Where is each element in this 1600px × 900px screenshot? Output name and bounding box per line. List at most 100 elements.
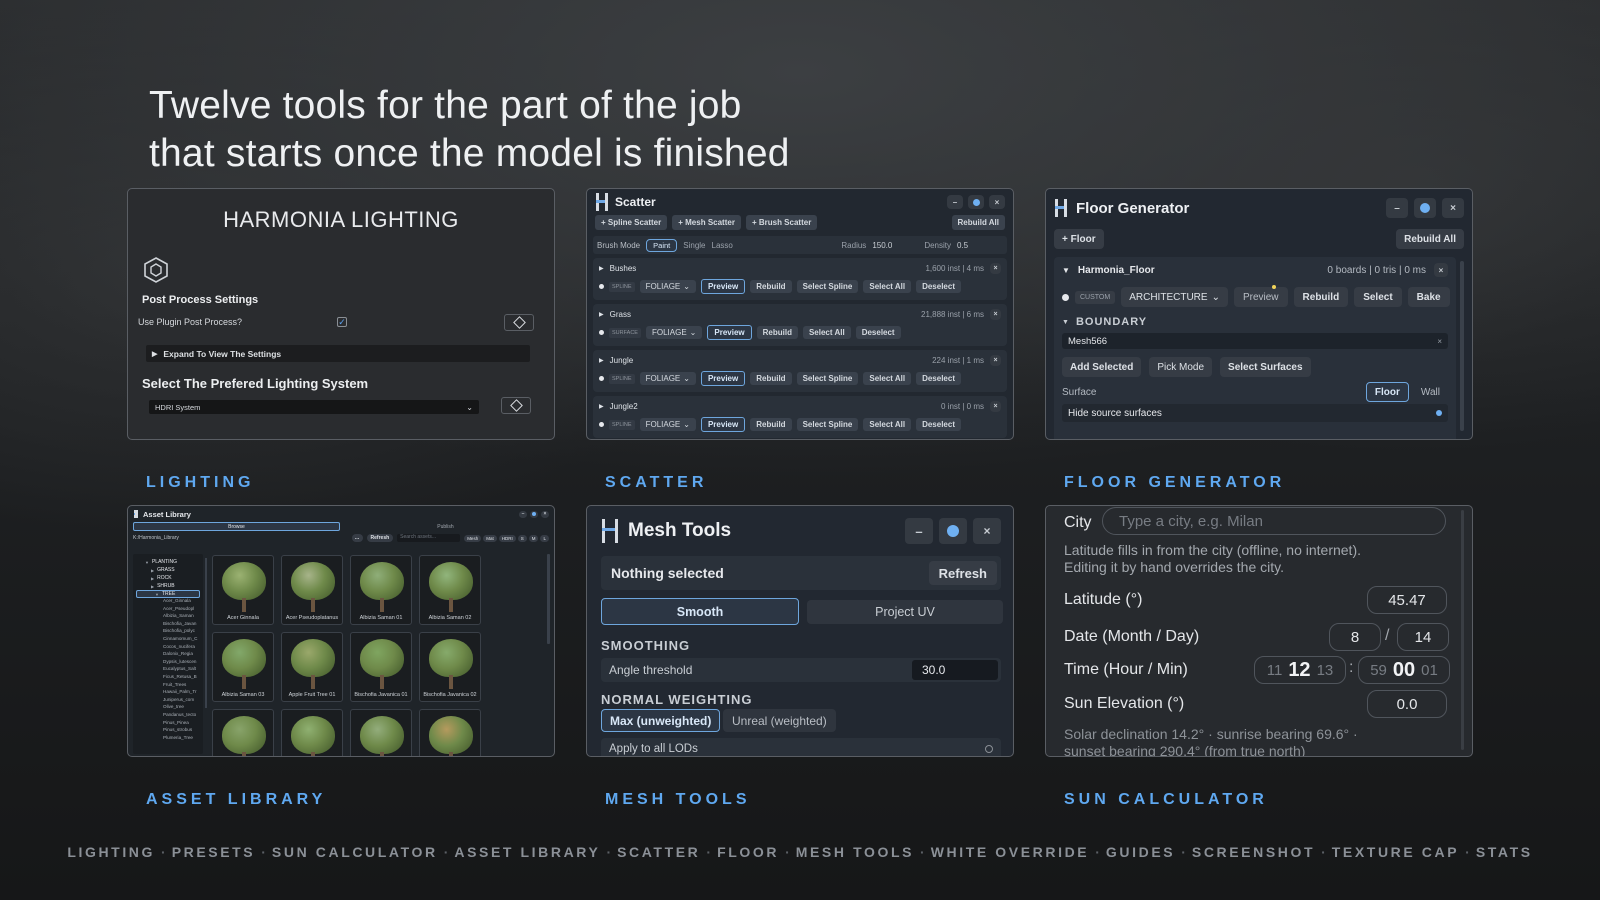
asset-thumbnail[interactable]: Albizia Saman 01 [350,555,412,625]
tree-item[interactable]: Hawaii_Palm_Tr [163,689,203,697]
mesh-scatter-button[interactable]: + Mesh Scatter [672,215,741,230]
tree-item[interactable]: Acer_Ginnala [163,598,203,606]
category-node[interactable]: ▶ ROCK [133,574,203,582]
keyframe-diamond-icon[interactable] [501,397,531,414]
asset-thumbnail[interactable]: Bischofia Javanica 01 [350,632,412,702]
unreal-weighted-option[interactable]: Unreal (weighted) [723,709,836,732]
day-field[interactable]: 14 [1397,623,1449,651]
close-icon[interactable]: × [1442,198,1464,218]
boundary-mesh-field[interactable]: Mesh566 × [1062,333,1448,349]
asset-thumbnail[interactable]: Albizia Saman 03 [212,632,274,702]
asset-thumbnail[interactable] [419,709,481,756]
asset-thumbnail[interactable] [281,709,343,756]
close-icon[interactable]: × [989,195,1005,209]
tree-item[interactable]: Dalonix_Regia [163,651,203,659]
asset-filter-button[interactable]: HDRI [498,534,516,542]
enabled-dot[interactable] [599,284,604,289]
folder-icon[interactable]: … [351,534,363,542]
scatter-action-button[interactable]: Deselect [855,326,901,339]
category-node[interactable]: ▶ GRASS [133,566,203,574]
add-selected-button[interactable]: Add Selected [1062,357,1142,377]
dock-icon[interactable] [939,518,967,544]
toggle-dot[interactable] [1436,410,1442,416]
expand-arrow-icon[interactable]: ▶ [599,357,604,364]
scatter-action-button[interactable]: Select All [802,326,851,339]
scatter-action-button[interactable]: Rebuild [750,372,792,385]
foliage-dropdown[interactable]: FOLIAGE ⌄ [639,372,696,385]
select-surfaces-button[interactable]: Select Surfaces [1220,357,1311,377]
refresh-button[interactable]: Refresh [928,561,997,585]
asset-thumbnail[interactable]: Albizia Saman 02 [419,555,481,625]
enabled-dot[interactable] [599,330,604,335]
dock-icon[interactable] [968,195,984,209]
remove-icon[interactable]: × [990,354,1001,366]
floor-surface-option[interactable]: Floor [1365,382,1409,402]
asset-thumbnail[interactable]: Bischofia Javanica 02 [419,632,481,702]
asset-filter-button[interactable]: Mat [483,534,497,542]
add-floor-button[interactable]: + Floor [1054,229,1104,249]
keyframe-diamond-icon[interactable] [504,314,534,331]
scatter-action-button[interactable]: Select All [863,372,912,385]
minute-spinner[interactable]: 59 00 01 [1358,656,1450,684]
category-node[interactable]: ▼ TREE [136,590,200,598]
scatter-action-button[interactable]: Select Spline [796,280,859,293]
scatter-action-button[interactable]: Select Spline [796,372,859,385]
month-field[interactable]: 8 [1329,623,1381,651]
pick-mode-button[interactable]: Pick Mode [1149,357,1213,377]
tree-scrollbar[interactable] [205,558,207,708]
dock-icon[interactable] [530,510,538,518]
hour-spinner[interactable]: 11 12 13 [1254,656,1346,684]
brush-scatter-button[interactable]: + Brush Scatter [745,215,818,230]
remove-icon[interactable]: × [1434,263,1448,277]
tree-item[interactable]: Olive_tree [163,704,203,712]
minimize-icon[interactable]: – [905,518,933,544]
tree-item[interactable]: Juniperus_com [163,697,203,705]
scatter-action-button[interactable]: Rebuild [750,418,792,431]
single-mode-button[interactable]: Single [683,241,705,250]
tree-item[interactable]: Pandanus_tecto [163,712,203,720]
scatter-action-button[interactable]: Preview [707,325,752,340]
city-input[interactable]: Type a city, e.g. Milan [1102,507,1446,535]
apply-lods-toggle[interactable] [985,745,993,753]
tree-item[interactable]: Dypsis_lutescen [163,659,203,667]
angle-threshold-field[interactable]: 30.0 [912,660,998,680]
minimize-icon[interactable]: – [947,195,963,209]
close-icon[interactable]: × [973,518,1001,544]
foliage-dropdown[interactable]: FOLIAGE ⌄ [639,418,696,431]
scatter-action-button[interactable]: Select All [863,280,912,293]
smooth-tab[interactable]: Smooth [601,598,799,625]
rebuild-all-button[interactable]: Rebuild All [951,215,1005,230]
hide-source-row[interactable]: Hide source surfaces [1062,404,1448,422]
foliage-dropdown[interactable]: FOLIAGE ⌄ [645,326,703,339]
asset-thumbnail[interactable]: Apple Fruit Tree 01 [281,632,343,702]
tree-item[interactable]: Bischofia_polyc [163,628,203,636]
remove-icon[interactable]: × [990,262,1001,274]
scatter-action-button[interactable]: Preview [700,371,746,386]
category-node[interactable]: ▼ PLANTING [133,558,203,566]
scatter-action-button[interactable]: Deselect [916,418,961,431]
scatter-action-button[interactable]: Select All [863,418,912,431]
expand-arrow-icon[interactable]: ▶ [599,403,604,410]
scatter-action-button[interactable]: Preview [700,417,746,432]
grid-scrollbar[interactable] [547,554,550,644]
minimize-icon[interactable]: – [519,510,527,518]
remove-icon[interactable]: × [990,308,1001,320]
asset-filter-button[interactable]: S [517,534,527,542]
spline-scatter-button[interactable]: + Spline Scatter [595,215,668,230]
density-field[interactable]: 0.5 [957,241,1003,250]
tree-item[interactable]: Fruit_Trees [163,682,203,690]
sun-elevation-field[interactable]: 0.0 [1367,690,1447,718]
asset-filter-button[interactable]: Mesh [464,534,482,542]
expand-settings-row[interactable]: ▶ Expand To View The Settings [146,345,530,362]
bake-button[interactable]: Bake [1407,287,1450,307]
asset-filter-button[interactable]: M [528,534,539,542]
minimize-icon[interactable]: – [1386,198,1408,218]
tree-item[interactable]: Albizia_Saman [163,613,203,621]
asset-filter-button[interactable]: L [540,534,549,542]
scatter-action-button[interactable]: Rebuild [750,280,792,293]
scatter-action-button[interactable]: Deselect [916,280,961,293]
asset-thumbnail[interactable]: Acer Pseudoplatanus [281,555,343,625]
tree-item[interactable]: Pinus_Pinea [163,720,203,728]
close-icon[interactable]: × [541,510,549,518]
expand-arrow-icon[interactable]: ▶ [599,265,604,272]
